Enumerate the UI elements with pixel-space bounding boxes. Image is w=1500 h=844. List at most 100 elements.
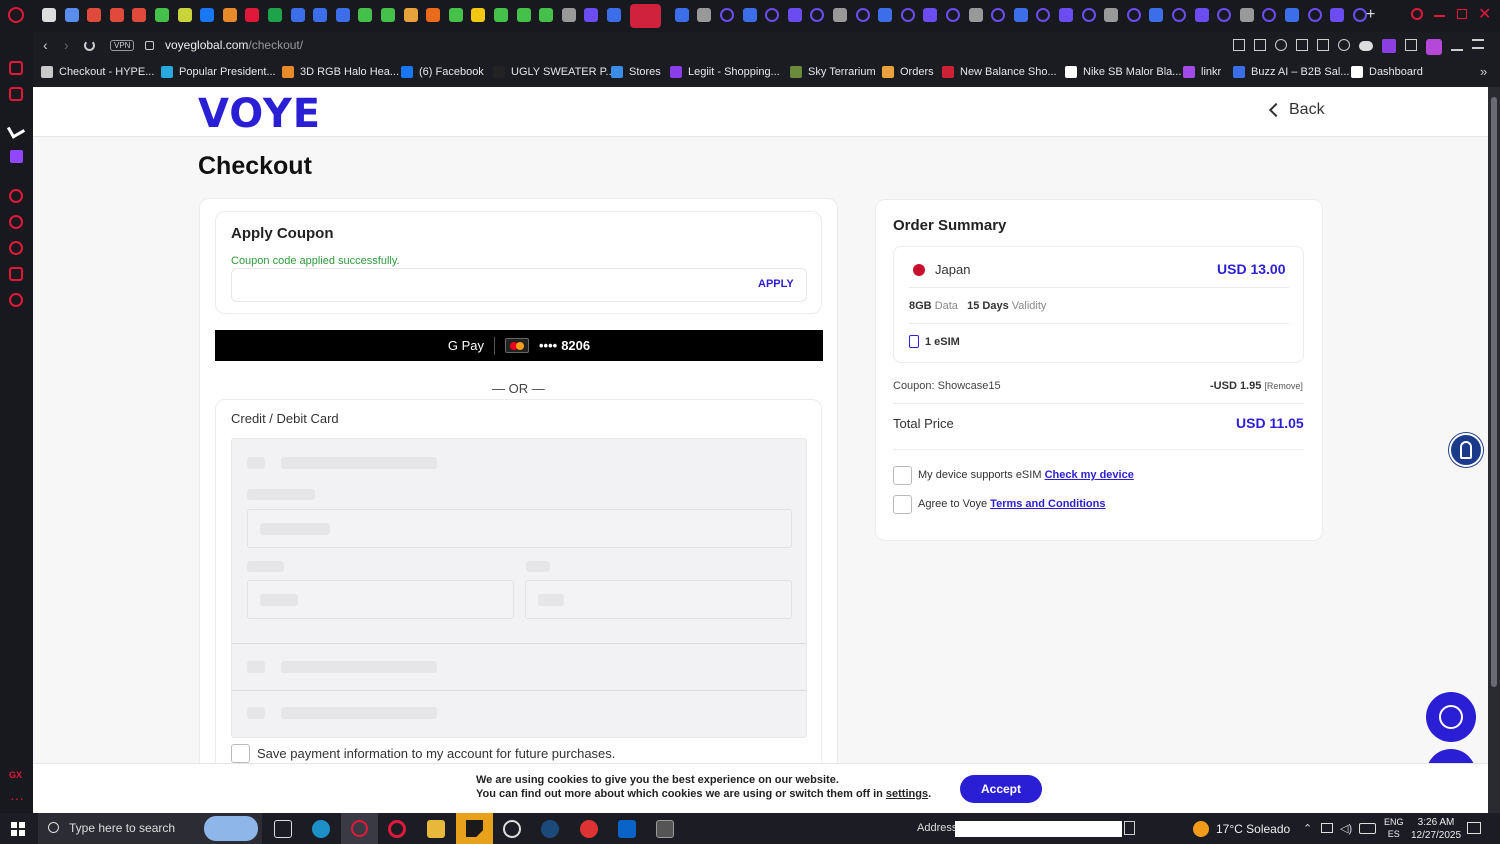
aria-icon[interactable] bbox=[9, 61, 23, 75]
opera-icon[interactable] bbox=[388, 820, 406, 838]
tab-favicon-icon[interactable] bbox=[1149, 8, 1164, 22]
gmail-icon[interactable] bbox=[9, 87, 23, 101]
calculator-icon[interactable] bbox=[656, 820, 674, 838]
remove-coupon-link[interactable]: [Remove] bbox=[1264, 381, 1303, 391]
tab-favicon-icon[interactable] bbox=[900, 8, 915, 22]
close-window-icon[interactable]: ✕ bbox=[1478, 4, 1491, 24]
windows-start-icon[interactable] bbox=[11, 822, 25, 836]
word-icon[interactable] bbox=[503, 820, 521, 838]
bookmark-item[interactable]: Buzz AI – B2B Sal... bbox=[1233, 66, 1349, 78]
bookmark-item[interactable]: Dashboard bbox=[1351, 66, 1423, 78]
tab-favicon-icon[interactable] bbox=[1013, 8, 1028, 22]
heart-icon[interactable] bbox=[9, 215, 23, 229]
bookmark-item[interactable]: Sky Terrarium bbox=[790, 66, 876, 78]
agree-terms-checkbox[interactable] bbox=[893, 495, 912, 514]
notifications-icon[interactable] bbox=[1467, 822, 1481, 834]
forward-nav-icon[interactable]: › bbox=[64, 37, 69, 53]
tab-favicon-icon[interactable] bbox=[313, 8, 328, 22]
bookmark-item[interactable]: Stores bbox=[611, 66, 661, 78]
player-icon[interactable] bbox=[9, 189, 23, 203]
search-tabs-icon[interactable] bbox=[1411, 8, 1423, 20]
tab-favicon-icon[interactable] bbox=[245, 8, 260, 22]
profile-avatar[interactable] bbox=[1426, 39, 1442, 55]
tab-favicon-icon[interactable] bbox=[1036, 8, 1051, 22]
tab-favicon-icon[interactable] bbox=[946, 8, 960, 22]
network-icon[interactable] bbox=[1321, 823, 1333, 833]
workspace-icon[interactable] bbox=[6, 121, 26, 139]
puzzle-icon[interactable] bbox=[1405, 39, 1417, 51]
accessibility-button[interactable] bbox=[1449, 433, 1483, 467]
tab-favicon-icon[interactable] bbox=[923, 8, 938, 22]
coupon-input[interactable] bbox=[231, 268, 807, 302]
tab-favicon-icon[interactable] bbox=[87, 8, 102, 22]
extensions-icon[interactable] bbox=[9, 267, 23, 281]
outlook-icon[interactable] bbox=[618, 820, 636, 838]
tab-favicon-icon[interactable] bbox=[584, 8, 599, 22]
extension-a-icon[interactable] bbox=[1382, 39, 1396, 53]
tab-favicon-icon[interactable] bbox=[561, 8, 576, 22]
tab-favicon-icon[interactable] bbox=[42, 8, 56, 22]
device-esim-checkbox[interactable] bbox=[893, 466, 912, 485]
bookmarks-overflow-icon[interactable]: » bbox=[1480, 64, 1487, 79]
bookmark-item[interactable]: linkr bbox=[1183, 66, 1221, 78]
tab-favicon-icon[interactable] bbox=[132, 8, 147, 22]
bookmark-item[interactable]: Popular President... bbox=[161, 66, 276, 78]
tab-favicon-icon[interactable] bbox=[1172, 8, 1186, 22]
settings-gear-icon[interactable] bbox=[9, 293, 23, 307]
new-tab-plus-icon[interactable]: + bbox=[1366, 6, 1375, 24]
back-nav-icon[interactable]: ‹ bbox=[43, 37, 48, 53]
tab-favicon-icon[interactable] bbox=[878, 8, 893, 22]
tab-favicon-icon[interactable] bbox=[403, 8, 418, 22]
save-payment-checkbox[interactable] bbox=[231, 744, 250, 763]
tab-favicon-icon[interactable] bbox=[222, 8, 237, 22]
volume-icon[interactable]: ◁) bbox=[1340, 822, 1352, 835]
whatsapp-button[interactable] bbox=[1426, 692, 1476, 742]
page-scrollbar[interactable] bbox=[1488, 87, 1500, 813]
tab-favicon-icon[interactable] bbox=[1239, 8, 1254, 22]
tab-favicon-icon[interactable] bbox=[765, 8, 780, 22]
tab-favicon-icon[interactable] bbox=[381, 8, 395, 22]
restore-icon[interactable] bbox=[1457, 9, 1467, 19]
tray-chevron-up-icon[interactable]: ⌃ bbox=[1303, 822, 1312, 835]
back-link[interactable]: Back bbox=[1268, 101, 1325, 119]
send-icon[interactable] bbox=[1317, 39, 1329, 51]
cloud-icon[interactable] bbox=[1359, 41, 1373, 51]
tab-favicon-icon[interactable] bbox=[268, 8, 282, 22]
tab-favicon-icon[interactable] bbox=[426, 8, 441, 22]
tab-favicon-icon[interactable] bbox=[539, 8, 554, 22]
bookmark-item[interactable]: (6) Facebook bbox=[401, 66, 484, 78]
active-tab[interactable] bbox=[630, 4, 661, 28]
tab-favicon-icon[interactable] bbox=[1307, 8, 1322, 22]
tab-favicon-icon[interactable] bbox=[335, 8, 350, 22]
bookmark-item[interactable]: UGLY SWEATER P... bbox=[493, 66, 615, 78]
file-explorer-icon[interactable] bbox=[427, 820, 445, 838]
tab-favicon-icon[interactable] bbox=[810, 8, 825, 22]
reload-icon[interactable] bbox=[84, 40, 95, 51]
language-indicator[interactable]: ENG ES bbox=[1384, 816, 1404, 840]
snapshot-icon[interactable] bbox=[1254, 39, 1266, 51]
menu-icon[interactable] bbox=[1472, 39, 1484, 49]
tab-favicon-icon[interactable] bbox=[787, 8, 802, 22]
terms-link[interactable]: Terms and Conditions bbox=[990, 498, 1105, 510]
tab-favicon-icon[interactable] bbox=[516, 8, 531, 22]
tab-favicon-icon[interactable] bbox=[358, 8, 373, 22]
keyboard-icon[interactable] bbox=[1359, 823, 1376, 834]
tab-favicon-icon[interactable] bbox=[968, 8, 983, 22]
tab-favicon-icon[interactable] bbox=[855, 8, 870, 22]
tab-favicon-icon[interactable] bbox=[991, 8, 1006, 22]
weather-sun-icon[interactable] bbox=[1193, 821, 1209, 837]
bookmark-item[interactable]: Checkout - HYPE... bbox=[41, 66, 154, 78]
sticky-notes-icon[interactable] bbox=[456, 813, 493, 844]
tab-favicon-icon[interactable] bbox=[64, 8, 79, 22]
tab-favicon-icon[interactable] bbox=[109, 8, 124, 22]
tab-favicon-icon[interactable] bbox=[833, 8, 847, 22]
clock[interactable]: 3:26 AM 12/27/2025 bbox=[1411, 816, 1461, 842]
tab-favicon-icon[interactable] bbox=[200, 8, 215, 22]
tab-favicon-icon[interactable] bbox=[177, 8, 192, 22]
favorite-heart-icon[interactable] bbox=[1338, 39, 1350, 51]
minimize-icon[interactable] bbox=[1434, 15, 1445, 17]
bookmark-item[interactable]: Legiit - Shopping... bbox=[670, 66, 780, 78]
edge-icon[interactable] bbox=[312, 820, 330, 838]
gx-icon[interactable]: GX bbox=[9, 770, 22, 780]
accept-cookies-button[interactable]: Accept bbox=[960, 775, 1042, 803]
